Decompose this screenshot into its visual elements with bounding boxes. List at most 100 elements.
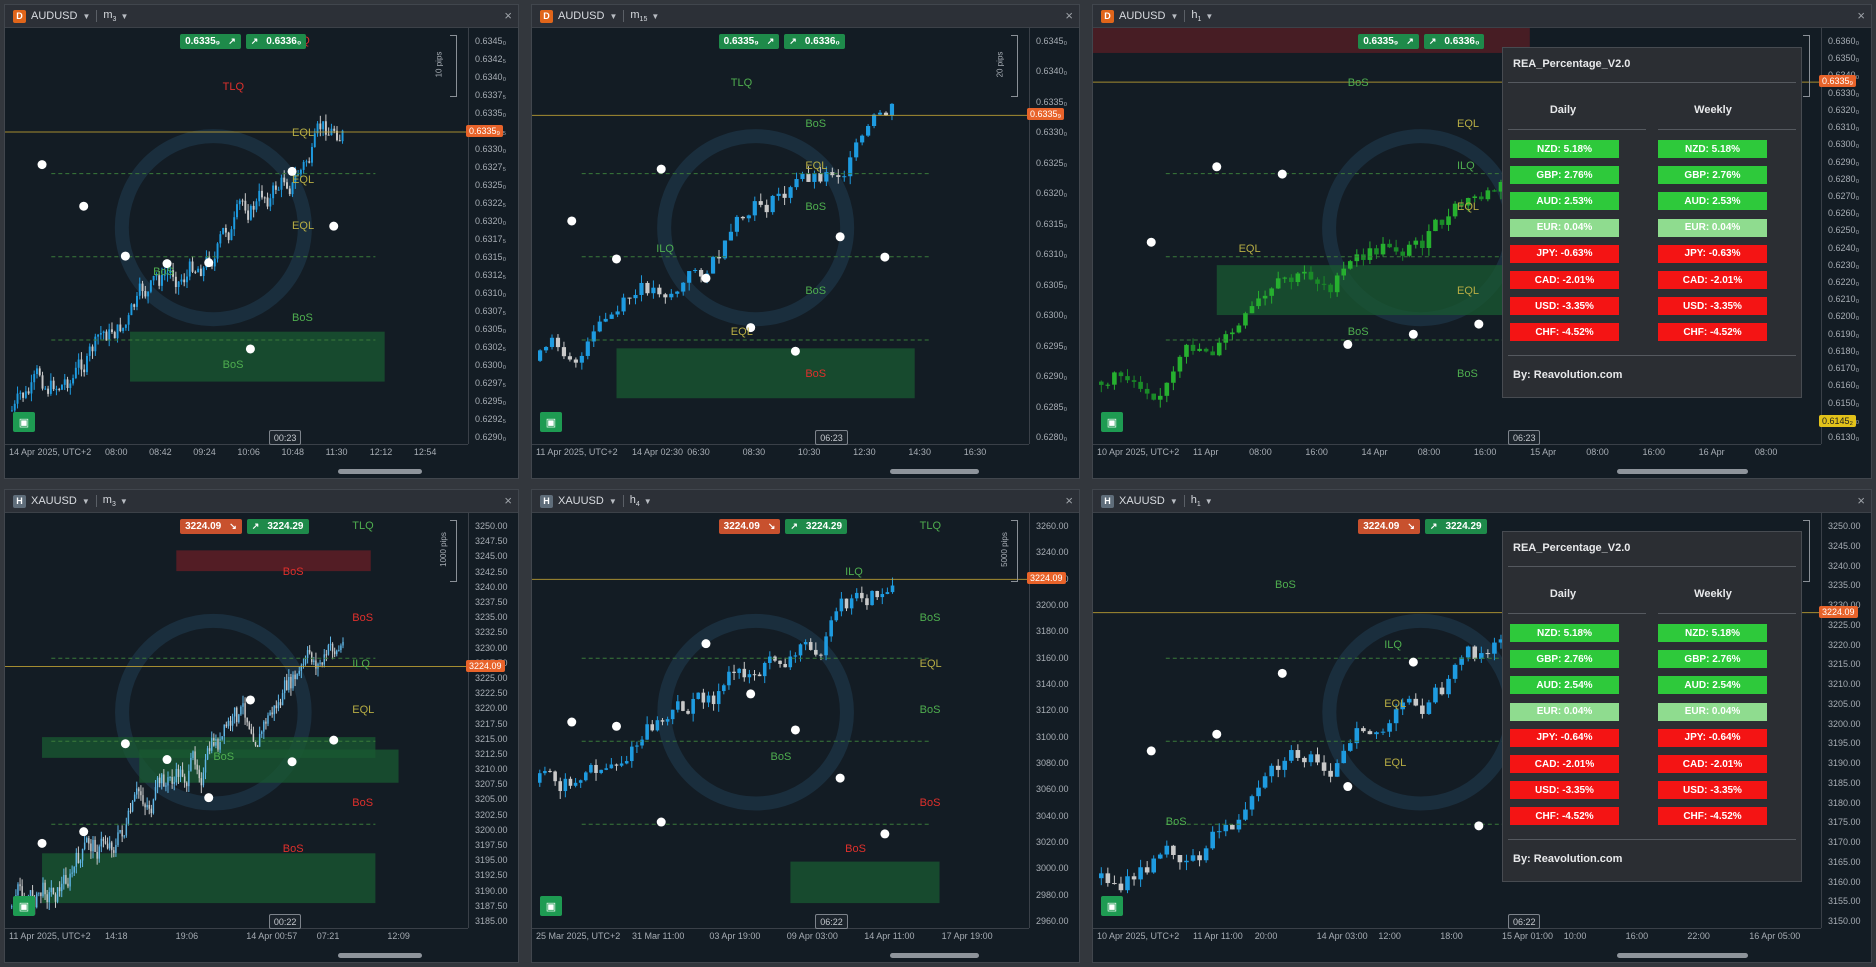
sell-button[interactable]: 3224.09 ↘ [718, 519, 781, 534]
divider [1508, 82, 1796, 83]
chevron-down-icon[interactable]: ▼ [120, 12, 128, 21]
weekly-strength-cell: NZD: 5.18% [1658, 624, 1767, 642]
structure-label: BoS [805, 284, 827, 297]
chevron-down-icon[interactable]: ▼ [644, 497, 652, 506]
close-icon[interactable]: × [1065, 493, 1073, 508]
bid-ask-panel[interactable]: 3224.09 ↘ ↗ 3224.29 [718, 519, 848, 534]
buy-button[interactable]: ↗ 3224.29 [1424, 519, 1487, 534]
chevron-down-icon[interactable]: ▼ [1170, 12, 1178, 21]
bid-ask-panel[interactable]: 3224.09 ↘ ↗ 3224.29 [1358, 519, 1487, 534]
buy-button[interactable]: ↗ 0.6336₀ [784, 34, 845, 49]
symbol-name[interactable]: XAUUSD [558, 495, 604, 507]
price-chart-area[interactable] [532, 513, 1029, 928]
horizontal-scrollbar[interactable] [338, 469, 422, 474]
time-axis[interactable]: 11 Apr 2025, UTC+2 14:18 19:06 14 Apr 00:57… [5, 928, 468, 945]
chevron-down-icon[interactable]: ▼ [609, 497, 617, 506]
timeframe-selector[interactable]: m3 [103, 494, 116, 508]
chevron-down-icon[interactable]: ▼ [82, 12, 90, 21]
candle-body [192, 751, 194, 758]
sell-button[interactable]: 0.6335₉ ↗ [1358, 34, 1419, 49]
time-axis[interactable]: 25 Mar 2025, UTC+2 31 Mar 11:00 03 Apr 19:… [532, 928, 1029, 945]
candle-body [47, 388, 50, 394]
chart-titlebar[interactable]: D AUDUSD ▼ m15 ▼ × [532, 5, 1079, 28]
chevron-down-icon[interactable]: ▼ [82, 497, 90, 506]
price-axis[interactable]: 3250.003245.003240.003235.003230.003225.… [1821, 513, 1871, 928]
close-icon[interactable]: × [504, 8, 512, 23]
buy-button[interactable]: ↗ 3224.29 [246, 519, 309, 534]
close-icon[interactable]: × [504, 493, 512, 508]
timeframe-selector[interactable]: m3 [103, 9, 116, 23]
time-axis[interactable]: 14 Apr 2025, UTC+2 08:00 08:42 09:24 10:06 10… [5, 444, 468, 461]
symbol-name[interactable]: AUDUSD [31, 10, 77, 22]
chevron-down-icon[interactable]: ▼ [120, 497, 128, 506]
candle-body [83, 369, 86, 373]
horizontal-scrollbar[interactable] [889, 953, 980, 958]
time-axis[interactable]: 11 Apr 2025, UTC+2 14 Apr 02:30 06:30 08:30… [532, 444, 1029, 461]
chevron-down-icon[interactable]: ▼ [1205, 12, 1213, 21]
plot-container[interactable] [5, 513, 468, 928]
camera-icon[interactable]: ▣ [540, 412, 562, 432]
chevron-down-icon[interactable]: ▼ [1205, 497, 1213, 506]
close-icon[interactable]: × [1065, 8, 1073, 23]
symbol-name[interactable]: XAUUSD [1119, 495, 1165, 507]
price-chart-area[interactable] [5, 513, 468, 928]
bid-ask-panel[interactable]: 0.6335₉ ↗ ↗ 0.6336₀ [718, 34, 845, 49]
timeframe-selector[interactable]: h1 [1191, 494, 1201, 508]
chevron-down-icon[interactable]: ▼ [609, 12, 617, 21]
candle-body [88, 838, 90, 844]
timeframe-selector[interactable]: h1 [1191, 9, 1201, 23]
chevron-down-icon[interactable]: ▼ [651, 12, 659, 21]
candle-body [798, 644, 803, 656]
camera-icon[interactable]: ▣ [13, 412, 35, 432]
candle-body [555, 337, 561, 348]
camera-icon[interactable]: ▣ [540, 896, 562, 916]
chart-titlebar[interactable]: H XAUUSD ▼ h1 ▼ × [1093, 490, 1871, 513]
time-tick-label: 16:00 [1642, 447, 1665, 457]
buy-button[interactable]: ↗ 3224.29 [785, 519, 848, 534]
close-icon[interactable]: × [1857, 493, 1865, 508]
chart-panel-p5[interactable]: H XAUUSD ▼ h4 ▼ × TLQ ILQ BoS EQL BoS BoS BoS BoS 3224… [531, 489, 1080, 963]
time-axis[interactable]: 10 Apr 2025, UTC+2 11 Apr 11:00 20:00 14 Ap… [1093, 928, 1821, 945]
chart-titlebar[interactable]: H XAUUSD ▼ m3 ▼ × [5, 490, 518, 513]
symbol-name[interactable]: XAUUSD [31, 495, 77, 507]
bid-ask-panel[interactable]: 0.6335₉ ↗ ↗ 0.6336₀ [180, 34, 307, 49]
price-axis[interactable]: 0.6360₀0.6350₀0.6340₀0.6330₀0.6320₀0.631… [1821, 28, 1871, 444]
horizontal-scrollbar[interactable] [1617, 953, 1749, 958]
sell-button[interactable]: 0.6335₉ ↗ [718, 34, 780, 49]
chart-titlebar[interactable]: H XAUUSD ▼ h4 ▼ × [532, 490, 1079, 513]
time-axis[interactable]: 10 Apr 2025, UTC+2 11 Apr 08:00 16:00 14 Apr… [1093, 444, 1821, 461]
buy-button[interactable]: ↗ 0.6336₀ [245, 34, 307, 49]
chart-panel-p2[interactable]: DAUDUSD▼m15▼×EQLTLQBoSEQLBoSILQBoSEQLBoS… [531, 4, 1080, 479]
sell-button[interactable]: 3224.09 ↘ [180, 519, 242, 534]
plot-container[interactable] [532, 28, 1029, 444]
horizontal-scrollbar[interactable] [889, 469, 980, 474]
candle-body [224, 227, 227, 233]
camera-icon[interactable]: ▣ [1101, 896, 1123, 916]
buy-button[interactable]: ↗ 0.6336₀ [1423, 34, 1485, 49]
timeframe-selector[interactable]: m15 [630, 9, 647, 23]
chart-panel-p1[interactable]: DAUDUSD▼m3▼×ILQTLQEQLEQLEQLBoSBoSBoS0.63… [4, 4, 519, 479]
symbol-name[interactable]: AUDUSD [558, 10, 604, 22]
chart-titlebar[interactable]: D AUDUSD ▼ h1 ▼ × [1093, 5, 1871, 28]
chevron-down-icon[interactable]: ▼ [1170, 497, 1178, 506]
bid-ask-panel[interactable]: 3224.09 ↘ ↗ 3224.29 [180, 519, 309, 534]
chart-panel-p4[interactable]: H XAUUSD ▼ m3 ▼ × TLQ BoS BoS ILQ EQL BoS BoS BoS 3224… [4, 489, 519, 963]
symbol-name[interactable]: AUDUSD [1119, 10, 1165, 22]
horizontal-scrollbar[interactable] [338, 953, 422, 958]
plot-container[interactable] [532, 513, 1029, 928]
candle-body [190, 757, 192, 771]
time-tick-label: 08:00 [1417, 447, 1441, 457]
sell-button[interactable]: 0.6335₉ ↗ [180, 34, 241, 49]
camera-icon[interactable]: ▣ [13, 896, 35, 916]
close-icon[interactable]: × [1857, 8, 1865, 23]
price-axis[interactable]: 0.6345₀ 0.6342₅ 0.6340₀ 0.6337₅ 0.6335₀ 0.633… [468, 28, 518, 444]
price-axis[interactable]: 0.6345₀ 0.6340₀ 0.6335₀ 0.6330₀ 0.6325₀ 0.632… [1029, 28, 1079, 444]
chart-titlebar[interactable]: D AUDUSD ▼ m3 ▼ × [5, 5, 518, 28]
timeframe-selector[interactable]: h4 [630, 494, 640, 508]
sell-button[interactable]: 3224.09 ↘ [1358, 519, 1420, 534]
horizontal-scrollbar[interactable] [1617, 469, 1749, 474]
price-axis[interactable]: 3250.00 3247.50 3245.00 3242.50 3240.00 3237.… [468, 513, 518, 928]
bid-ask-panel[interactable]: 0.6335₉ ↗ ↗ 0.6336₀ [1358, 34, 1485, 49]
price-chart-area[interactable] [532, 28, 1029, 444]
camera-icon[interactable]: ▣ [1101, 412, 1123, 432]
